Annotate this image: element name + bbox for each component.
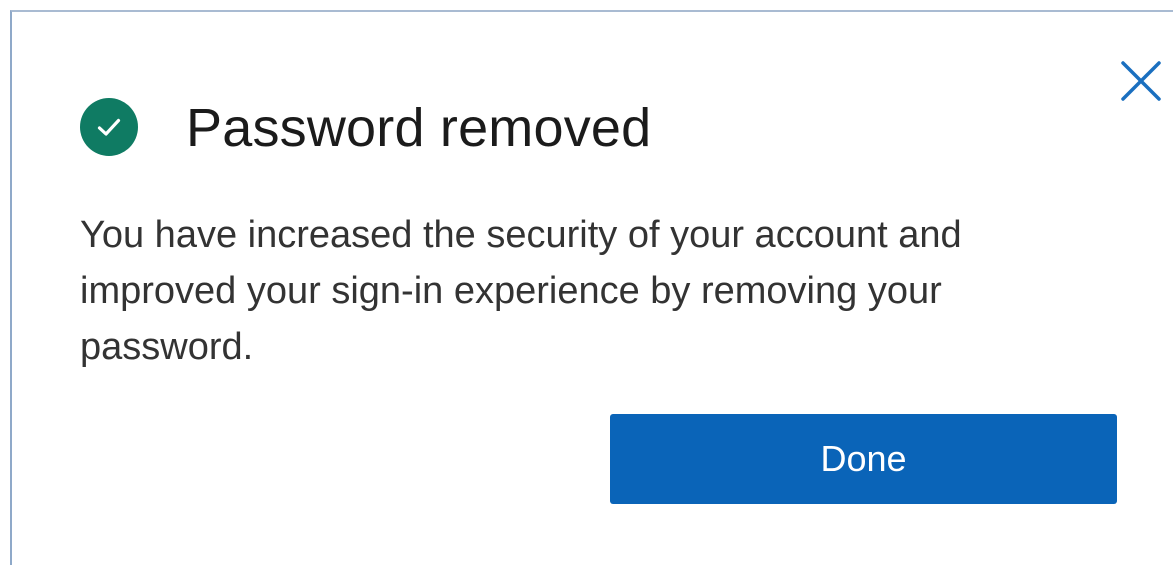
password-removed-dialog: Password removed You have increased the … [10, 10, 1173, 565]
done-button[interactable]: Done [610, 414, 1117, 504]
dialog-message: You have increased the security of your … [80, 214, 962, 368]
dialog-title: Password removed [186, 98, 652, 158]
close-button[interactable] [1110, 50, 1172, 112]
close-icon [1121, 61, 1161, 101]
check-circle-icon [80, 98, 138, 156]
